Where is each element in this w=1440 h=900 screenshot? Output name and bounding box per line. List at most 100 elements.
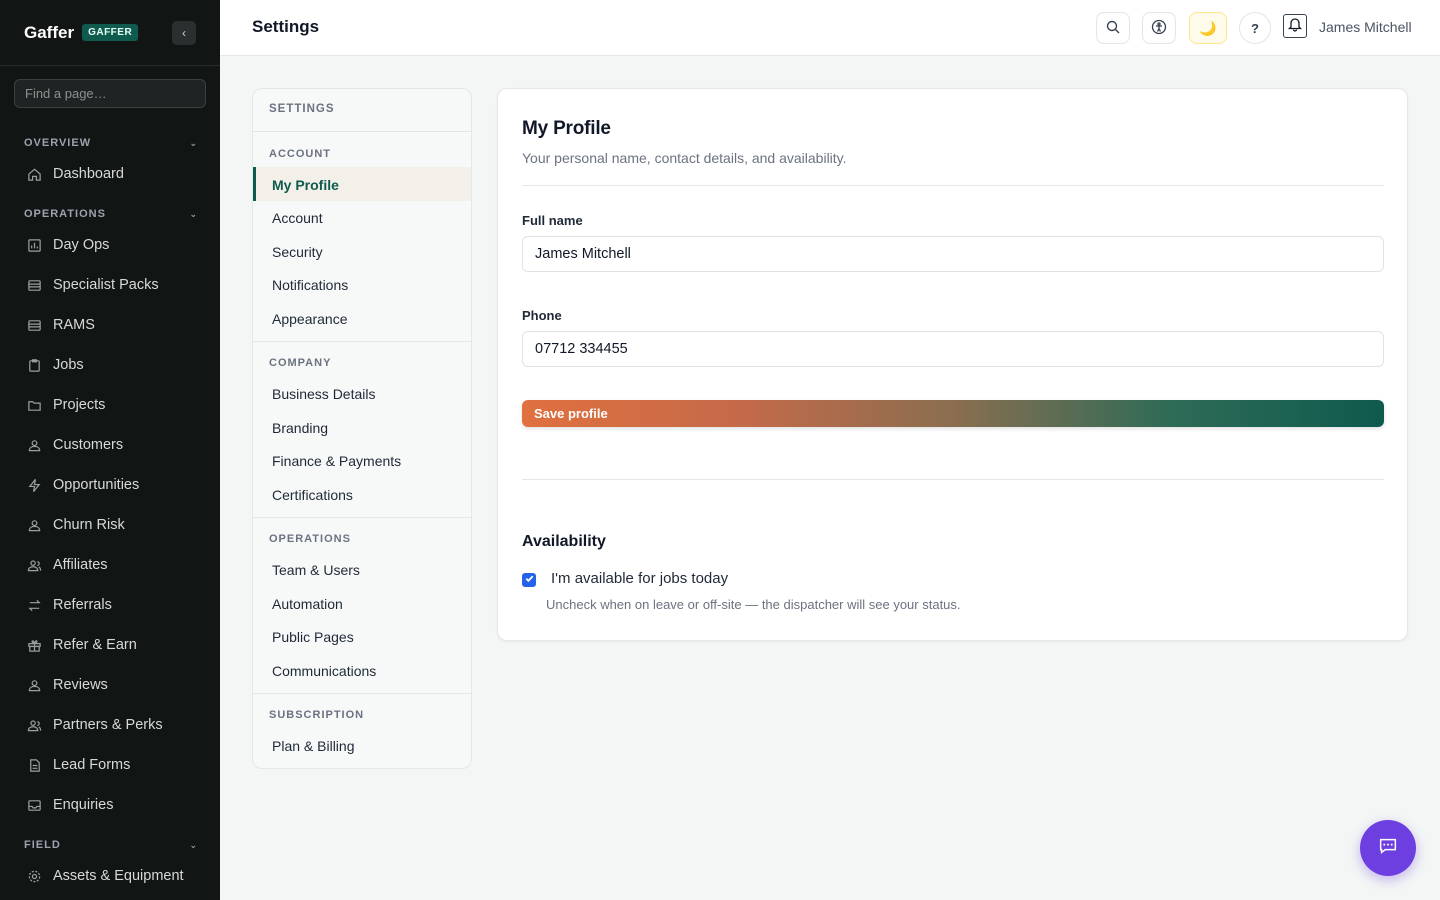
settings-item-my-profile[interactable]: My Profile: [272, 177, 339, 193]
sidebar-item-jobs[interactable]: Jobs: [26, 357, 84, 373]
chart-icon: [26, 237, 42, 253]
full-name-label: Full name: [522, 213, 583, 228]
sidebar-item-label: Assets & Equipment: [53, 868, 184, 884]
sidebar-item-label: RAMS: [53, 317, 95, 333]
divider: [522, 479, 1384, 480]
check-icon: [524, 571, 535, 589]
sidebar-item-label: Referrals: [53, 597, 112, 613]
settings-item-communications[interactable]: Communications: [272, 663, 376, 679]
sidebar-item-day-ops[interactable]: Day Ops: [26, 237, 109, 253]
sidebar-item-dashboard[interactable]: Dashboard: [26, 166, 124, 182]
document-icon: [26, 757, 42, 773]
availability-help-text: Uncheck when on leave or off-site — the …: [546, 597, 961, 612]
user-menu[interactable]: James Mitchell: [1319, 19, 1412, 35]
sidebar-item-partners-perks[interactable]: Partners & Perks: [26, 717, 163, 733]
sidebar-item-label: Jobs: [53, 357, 84, 373]
settings-nav-title: SETTINGS: [269, 103, 335, 115]
sidebar-item-label: Refer & Earn: [53, 637, 137, 653]
settings-group-company: COMPANY: [269, 357, 332, 369]
settings-item-public-pages[interactable]: Public Pages: [272, 629, 354, 645]
help-button[interactable]: ?: [1239, 12, 1271, 44]
availability-title: Availability: [522, 533, 606, 550]
settings-item-certifications[interactable]: Certifications: [272, 487, 353, 503]
section-overview[interactable]: OVERVIEW ⌄: [24, 137, 198, 149]
sidebar-item-churn-risk[interactable]: Churn Risk: [26, 517, 125, 533]
bolt-icon: [26, 477, 42, 493]
chevron-left-icon: ‹: [182, 26, 186, 40]
sidebar-item-specialist-packs[interactable]: Specialist Packs: [26, 277, 159, 293]
settings-item-business-details[interactable]: Business Details: [272, 386, 376, 402]
section-label: OPERATIONS: [24, 208, 106, 220]
brand-logo[interactable]: Gaffer: [24, 23, 74, 43]
sidebar-item-label: Dashboard: [53, 166, 124, 182]
profile-card: My Profile Your personal name, contact d…: [497, 88, 1408, 641]
notifications-button[interactable]: [1283, 14, 1307, 38]
settings-item-branding[interactable]: Branding: [272, 420, 328, 436]
save-profile-button[interactable]: Save profile: [522, 400, 1384, 427]
sidebar-item-refer-earn[interactable]: Refer & Earn: [26, 637, 137, 653]
clipboard-icon: [26, 357, 42, 373]
top-header: Settings 🌙 ? James Mitchell: [220, 0, 1440, 56]
chat-button[interactable]: [1360, 820, 1416, 876]
sidebar-item-label: Opportunities: [53, 477, 140, 493]
available-checkbox-label[interactable]: I'm available for jobs today: [551, 570, 728, 587]
sidebar-item-affiliates[interactable]: Affiliates: [26, 557, 108, 573]
sidebar-item-label: Partners & Perks: [53, 717, 163, 733]
page-search-input[interactable]: [14, 79, 206, 108]
sidebar-item-lead-forms[interactable]: Lead Forms: [26, 757, 130, 773]
list-icon: [26, 277, 42, 293]
inbox-icon: [26, 797, 42, 813]
full-name-input[interactable]: [522, 236, 1384, 272]
available-checkbox[interactable]: [522, 573, 536, 587]
sidebar-item-projects[interactable]: Projects: [26, 397, 105, 413]
folder-icon: [26, 397, 42, 413]
sidebar-item-label: Customers: [53, 437, 124, 453]
settings-item-team-users[interactable]: Team & Users: [272, 562, 360, 578]
divider: [253, 131, 471, 132]
settings-item-notifications[interactable]: Notifications: [272, 277, 348, 293]
brand-badge: GAFFER: [82, 24, 139, 41]
accessibility-button[interactable]: [1142, 12, 1176, 44]
profile-subtitle: Your personal name, contact details, and…: [522, 150, 847, 166]
user-icon: [26, 517, 42, 533]
settings-item-account[interactable]: Account: [272, 210, 323, 226]
sidebar-item-rams[interactable]: RAMS: [26, 317, 95, 333]
theme-toggle-button[interactable]: 🌙: [1189, 12, 1227, 44]
settings-group-operations: OPERATIONS: [269, 533, 351, 545]
chevron-down-icon: ⌄: [189, 137, 198, 148]
sidebar-item-referrals[interactable]: Referrals: [26, 597, 112, 613]
sidebar-item-assets-equipment[interactable]: Assets & Equipment: [26, 868, 184, 884]
accessibility-icon: [1151, 19, 1167, 38]
sidebar-item-label: Lead Forms: [53, 757, 131, 773]
user-icon: [26, 677, 42, 693]
settings-item-plan-billing[interactable]: Plan & Billing: [272, 738, 355, 754]
settings-item-appearance[interactable]: Appearance: [272, 311, 348, 327]
sidebar-header: Gaffer GAFFER ‹: [0, 0, 220, 66]
settings-group-subscription: SUBSCRIPTION: [269, 709, 365, 721]
sidebar-item-customers[interactable]: Customers: [26, 437, 123, 453]
phone-input[interactable]: [522, 331, 1384, 367]
sidebar-item-label: Projects: [53, 397, 106, 413]
settings-item-finance-payments[interactable]: Finance & Payments: [272, 453, 401, 469]
collapse-sidebar-button[interactable]: ‹: [172, 21, 196, 45]
chevron-down-icon: ⌄: [189, 839, 198, 850]
sidebar-item-enquiries[interactable]: Enquiries: [26, 797, 113, 813]
sidebar-item-opportunities[interactable]: Opportunities: [26, 477, 139, 493]
sidebar-item-label: Day Ops: [53, 237, 110, 253]
section-label: OVERVIEW: [24, 137, 92, 149]
section-field[interactable]: FIELD ⌄: [24, 839, 198, 851]
sidebar-item-reviews[interactable]: Reviews: [26, 677, 108, 693]
search-button[interactable]: [1096, 12, 1130, 44]
settings-item-automation[interactable]: Automation: [272, 596, 343, 612]
settings-nav: SETTINGS ACCOUNT My Profile Account Secu…: [252, 88, 472, 769]
divider: [522, 185, 1384, 186]
section-label: FIELD: [24, 839, 61, 851]
user-icon: [26, 437, 42, 453]
settings-group-account: ACCOUNT: [269, 148, 331, 160]
help-icon: ?: [1251, 20, 1259, 36]
bell-icon: [1287, 16, 1303, 37]
home-icon: [26, 166, 42, 182]
settings-item-security[interactable]: Security: [272, 244, 323, 260]
section-operations[interactable]: OPERATIONS ⌄: [24, 208, 198, 220]
sidebar-item-label: Specialist Packs: [53, 277, 159, 293]
